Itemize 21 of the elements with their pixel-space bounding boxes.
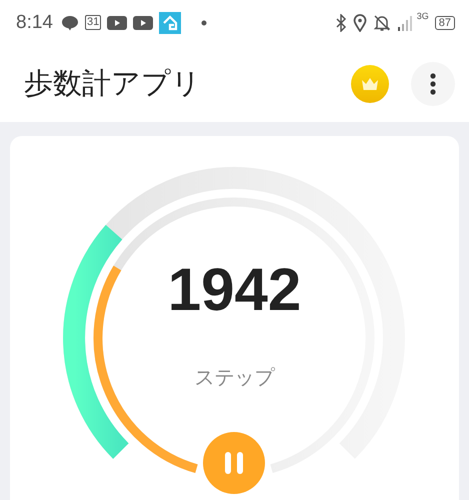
status-time: 8:14 bbox=[16, 12, 53, 34]
video-play-icon bbox=[133, 16, 154, 30]
app-title: 歩数計アプリ bbox=[24, 64, 202, 102]
pause-icon bbox=[224, 452, 244, 474]
chat-bubble-icon bbox=[60, 14, 79, 30]
network-type: 3G bbox=[416, 11, 429, 21]
bluetooth-icon bbox=[334, 14, 347, 32]
premium-button[interactable] bbox=[351, 64, 389, 102]
more-vertical-icon bbox=[430, 72, 436, 94]
crown-icon bbox=[361, 76, 379, 90]
more-menu-button[interactable] bbox=[411, 62, 455, 106]
house-app-icon bbox=[159, 12, 182, 34]
dot-icon bbox=[201, 20, 208, 26]
location-pin-icon bbox=[352, 14, 367, 32]
signal-icon bbox=[396, 14, 415, 32]
step-count: 1942 bbox=[168, 258, 302, 322]
step-unit-label: ステップ bbox=[194, 364, 274, 391]
battery-level: 87 bbox=[434, 16, 455, 30]
bell-off-icon bbox=[372, 14, 391, 32]
calendar-icon: 31 bbox=[84, 15, 102, 30]
video-play-icon bbox=[107, 16, 128, 30]
